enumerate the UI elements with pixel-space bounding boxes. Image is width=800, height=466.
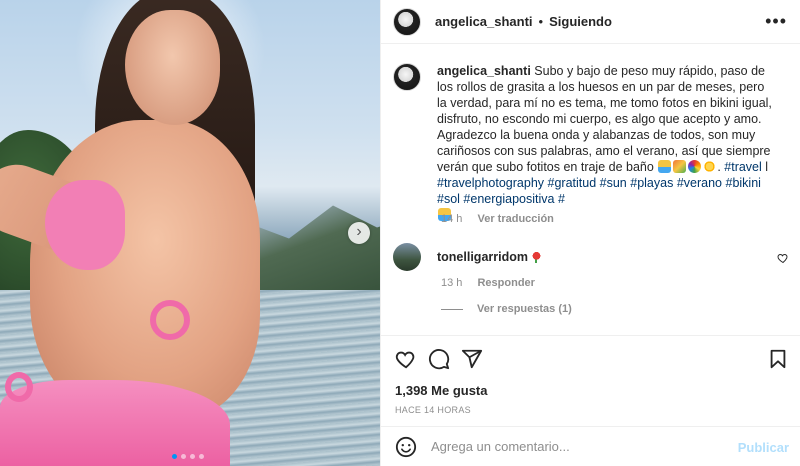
caption-meta: 14 h Ver traducción — [441, 213, 554, 225]
beach-emoji-icon — [658, 160, 672, 173]
hashtag-playas[interactable]: #playas — [630, 176, 673, 190]
bikini-top — [45, 180, 125, 270]
comment-like-heart-icon[interactable] — [777, 252, 789, 264]
post-photo[interactable]: › — [0, 0, 380, 466]
see-translation-button[interactable]: Ver traducción — [477, 213, 553, 225]
instagram-post: › angelica_shanti • Siguiendo ••• angeli… — [0, 0, 800, 466]
following-button[interactable]: Siguiendo — [549, 14, 612, 29]
post-header: angelica_shanti • Siguiendo ••• — [381, 0, 800, 44]
carousel-dot-4 — [199, 454, 204, 459]
person-body — [30, 120, 260, 420]
add-comment-bar: Publicar — [381, 426, 800, 466]
caption-text: angelica_shanti Subo y bajo de peso muy … — [437, 63, 777, 223]
carousel-next-button[interactable]: › — [348, 222, 370, 244]
view-replies[interactable]: Ver respuestas (1) — [441, 303, 572, 315]
hashtag-verano[interactable]: #verano — [677, 176, 722, 190]
sunrise-emoji-icon — [673, 160, 687, 173]
carousel-dot-2 — [181, 454, 186, 459]
rose-emoji-icon — [531, 251, 541, 263]
author-username[interactable]: angelica_shanti — [435, 14, 533, 29]
replies-line — [441, 308, 463, 310]
author-avatar[interactable] — [393, 7, 421, 36]
reply-button[interactable]: Responder — [477, 277, 534, 289]
caption-pipe: l — [761, 160, 769, 174]
hashtag-travelphotography[interactable]: #travelphotography — [437, 176, 544, 190]
commenter-username[interactable]: tonelligarridom — [437, 250, 528, 264]
caption-username[interactable]: angelica_shanti — [437, 64, 531, 78]
hashtag-energiapositiva[interactable]: #energiapositiva — [463, 192, 554, 206]
share-paper-plane-icon[interactable] — [461, 348, 483, 370]
separator-dot: • — [538, 14, 544, 29]
caption-time[interactable]: 14 h — [441, 213, 462, 225]
carousel-dot-1 — [172, 454, 177, 459]
comment-time[interactable]: 13 h — [441, 277, 462, 289]
save-bookmark-icon[interactable] — [767, 348, 789, 370]
more-dots-icon[interactable]: ••• — [765, 12, 787, 30]
hashtag-travel[interactable]: #travel — [724, 160, 762, 174]
comment-input[interactable] — [431, 439, 731, 454]
person-face — [125, 10, 220, 125]
comment-bubble-icon[interactable] — [428, 348, 450, 370]
comment-row: tonelligarridom — [393, 243, 541, 271]
like-heart-icon[interactable] — [395, 348, 417, 370]
caption: angelica_shanti Subo y bajo de peso muy … — [393, 63, 777, 223]
comment-meta: 13 h Responder — [441, 277, 535, 289]
action-bar — [381, 335, 800, 383]
rainbow-emoji-icon — [688, 160, 702, 173]
carousel-dots — [172, 454, 204, 459]
view-replies-label[interactable]: Ver respuestas (1) — [477, 303, 572, 315]
publish-button[interactable]: Publicar — [738, 440, 789, 455]
carousel-dot-3 — [190, 454, 195, 459]
emoji-smile-icon[interactable] — [395, 436, 417, 458]
post-side-panel: angelica_shanti • Siguiendo ••• angelica… — [380, 0, 800, 466]
hashtag-sol[interactable]: #sol — [437, 192, 460, 206]
post-time-ago[interactable]: HACE 14 HORAS — [395, 405, 471, 415]
hashtag-sun[interactable]: #sun — [600, 176, 627, 190]
caption-avatar[interactable] — [393, 63, 421, 91]
hashtag-empty[interactable]: # — [558, 192, 565, 206]
caption-body: Subo y bajo de peso muy rápido, paso de … — [437, 64, 772, 174]
sun-emoji-icon — [703, 160, 717, 173]
comments-area: angelica_shanti Subo y bajo de peso muy … — [381, 45, 800, 335]
likes-count[interactable]: 1,398 Me gusta — [395, 383, 488, 398]
commenter-avatar[interactable] — [393, 243, 421, 271]
hashtag-bikini[interactable]: #bikini — [726, 176, 761, 190]
hashtag-gratitud[interactable]: #gratitud — [548, 176, 597, 190]
bikini-tie — [150, 300, 190, 340]
bikini-tie-left — [5, 372, 33, 402]
